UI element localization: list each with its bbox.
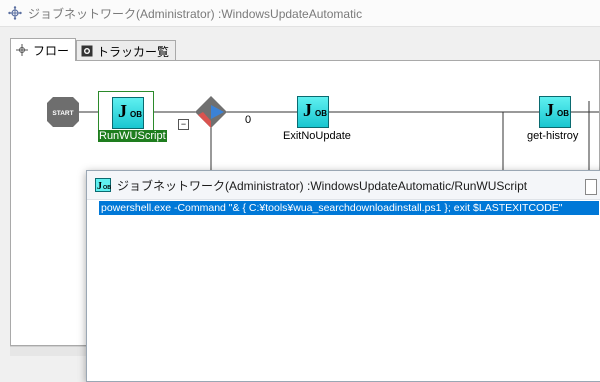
- job-detail-window[interactable]: J OB ジョブネットワーク(Administrator) :WindowsUp…: [86, 170, 600, 382]
- window-titlebar: ジョブネットワーク(Administrator) :WindowsUpdateA…: [0, 0, 600, 27]
- collapse-button[interactable]: −: [178, 119, 189, 130]
- job-node-exitnoupdate[interactable]: J OB: [297, 96, 329, 128]
- tracker-icon: [81, 45, 93, 57]
- command-line-text[interactable]: powershell.exe -Command "& { C:¥tools¥wu…: [99, 201, 599, 215]
- tab-tracker-label: トラッカー覧: [97, 44, 170, 59]
- tab-flow-label: フロー: [33, 43, 70, 58]
- restore-button[interactable]: [585, 179, 597, 195]
- job-label-get-histroy[interactable]: get-histroy: [527, 130, 578, 142]
- job-detail-title: ジョブネットワーク(Administrator) :WindowsUpdateA…: [117, 178, 528, 193]
- job-label-runwuscript[interactable]: RunWUScript: [98, 130, 167, 142]
- branch-diamond-icon: [195, 96, 227, 128]
- start-label: START: [52, 110, 73, 117]
- svg-text:OB: OB: [103, 185, 111, 191]
- tab-tracker[interactable]: トラッカー覧: [76, 40, 177, 61]
- branch-node[interactable]: [194, 95, 228, 132]
- job-node-get-histroy[interactable]: J OB: [539, 96, 571, 128]
- job-detail-titlebar[interactable]: J OB ジョブネットワーク(Administrator) :WindowsUp…: [87, 171, 600, 200]
- job-icon: J OB: [112, 97, 144, 129]
- job-icon: J OB: [95, 178, 111, 192]
- branch-value: 0: [245, 114, 252, 126]
- flow-icon: [15, 43, 29, 57]
- job-label-exitnoupdate[interactable]: ExitNoUpdate: [283, 130, 351, 142]
- window-title: ジョブネットワーク(Administrator) :WindowsUpdateA…: [28, 6, 363, 21]
- tab-flow[interactable]: フロー: [10, 38, 77, 61]
- view-tabs: フロー トラッカー覧: [10, 38, 177, 61]
- svg-text:J: J: [97, 181, 102, 192]
- jobnetwork-window-icon: [8, 6, 22, 20]
- start-node[interactable]: START: [47, 97, 79, 130]
